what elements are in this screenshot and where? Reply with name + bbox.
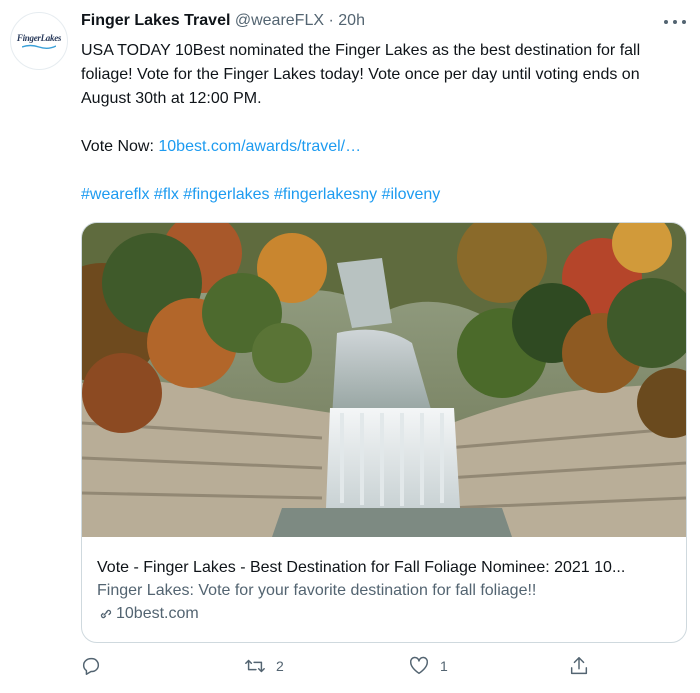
finger-lakes-logo: FingerLakes xyxy=(17,33,61,49)
card-meta[interactable]: Vote - Finger Lakes - Best Destination f… xyxy=(97,556,677,625)
reply-button[interactable] xyxy=(80,655,112,677)
card-description[interactable]: Finger Lakes: Vote for your favorite des… xyxy=(97,579,677,602)
retweet-icon xyxy=(245,659,265,673)
vote-link[interactable]: 10best.com/awards/travel/… xyxy=(158,138,361,155)
action-bar: 2 1 xyxy=(70,655,690,683)
timestamp[interactable]: 20h xyxy=(338,12,365,29)
avatar-logo-text: FingerLakes xyxy=(16,33,62,43)
retweet-count: 2 xyxy=(276,658,284,674)
card-domain[interactable]: 10best.com xyxy=(97,602,677,625)
vote-line: Vote Now: 10best.com/awards/travel/… xyxy=(81,135,681,159)
waterfall-photo[interactable] xyxy=(82,223,686,537)
heart-icon xyxy=(410,656,428,675)
author-name[interactable]: Finger Lakes Travel xyxy=(81,12,230,29)
link-icon xyxy=(100,609,112,618)
like-count: 1 xyxy=(440,658,448,674)
tweet-paragraph: USA TODAY 10Best nominated the Finger La… xyxy=(81,42,641,107)
separator: · xyxy=(328,12,334,29)
author-handle[interactable]: @weareFLX xyxy=(235,12,324,29)
vote-prefix: Vote Now: xyxy=(81,138,159,155)
avatar[interactable]: FingerLakes xyxy=(10,12,68,70)
hashtags[interactable]: #weareflx #flx #fingerlakes #fingerlakes… xyxy=(81,183,681,207)
card-title[interactable]: Vote - Finger Lakes - Best Destination f… xyxy=(97,556,677,579)
like-button[interactable]: 1 xyxy=(408,655,448,677)
tweet[interactable]: FingerLakes Finger Lakes Travel @weareFL… xyxy=(0,0,700,693)
share-icon xyxy=(570,657,588,675)
tweet-text: USA TODAY 10Best nominated the Finger La… xyxy=(81,39,681,207)
wave-icon xyxy=(21,44,56,49)
link-card[interactable]: Vote - Finger Lakes - Best Destination f… xyxy=(81,222,687,643)
reply-icon xyxy=(82,657,100,675)
retweet-button[interactable]: 2 xyxy=(244,655,284,677)
share-button[interactable] xyxy=(568,655,600,677)
more-options-icon[interactable] xyxy=(664,14,686,30)
tweet-header: Finger Lakes Travel @weareFLX · 20h xyxy=(81,12,365,30)
card-domain-text: 10best.com xyxy=(116,605,199,622)
